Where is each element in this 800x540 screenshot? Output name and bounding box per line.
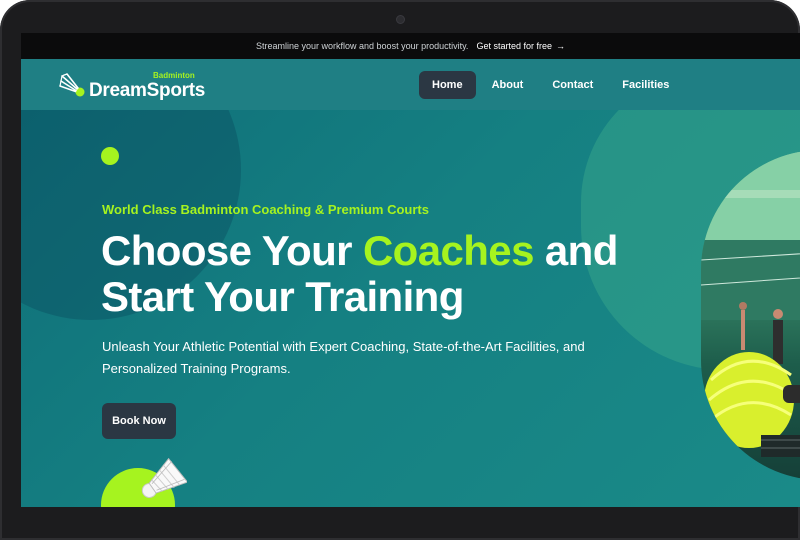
- site-header: Badminton DreamSports Home About Contact…: [21, 59, 800, 110]
- arrow-right-icon: →: [555, 41, 565, 51]
- main-nav: Home About Contact Facilities: [419, 71, 685, 99]
- hero-subtext: Unleash Your Athletic Potential with Exp…: [102, 339, 585, 376]
- headline-line2: Start Your Training: [101, 273, 464, 320]
- headline-accent: Coaches: [362, 227, 534, 274]
- book-now-button[interactable]: Book Now: [102, 403, 176, 439]
- nav-home[interactable]: Home: [419, 71, 476, 99]
- announcement-text: Streamline your workflow and boost your …: [256, 41, 469, 51]
- headline-part1: Choose Your: [101, 227, 363, 274]
- brand-logo[interactable]: Badminton DreamSports: [59, 67, 205, 103]
- nav-facilities[interactable]: Facilities: [609, 71, 682, 99]
- screen: Streamline your workflow and boost your …: [21, 33, 800, 507]
- headline-part2: and: [533, 227, 618, 274]
- camera-icon: [396, 15, 405, 24]
- hero-section: World Class Badminton Coaching & Premium…: [21, 110, 800, 507]
- hero-eyebrow: World Class Badminton Coaching & Premium…: [102, 202, 429, 217]
- nav-contact[interactable]: Contact: [539, 71, 606, 99]
- nav-about[interactable]: About: [479, 71, 537, 99]
- get-started-link[interactable]: Get started for free →: [476, 41, 565, 51]
- hero-headline: Choose Your Coaches and Start Your Train…: [101, 228, 701, 320]
- get-started-label: Get started for free: [476, 41, 552, 51]
- announcement-bar: Streamline your workflow and boost your …: [21, 33, 800, 59]
- decor-dot: [101, 147, 119, 165]
- shuttlecock-icon: [59, 73, 85, 97]
- shuttlecock-icon: [141, 458, 187, 498]
- brand-name: DreamSports: [89, 80, 206, 101]
- brand-subtitle: Badminton: [153, 71, 195, 80]
